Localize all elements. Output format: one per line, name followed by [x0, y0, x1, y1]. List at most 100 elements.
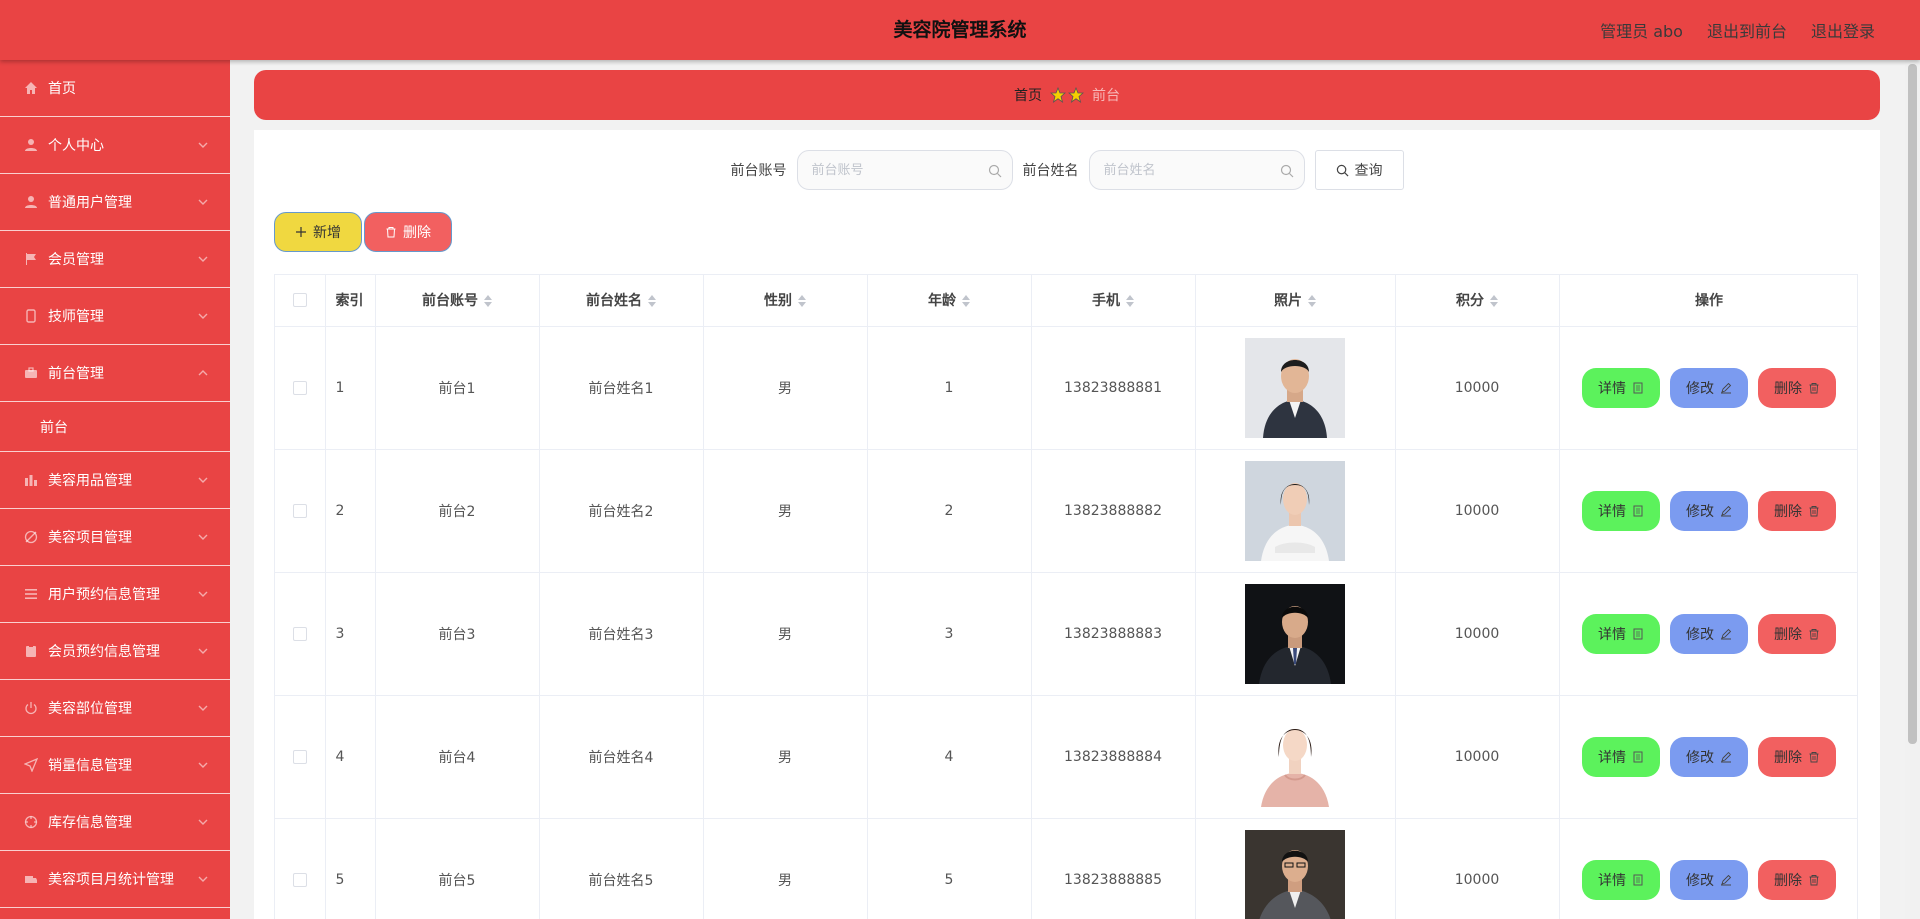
table-row: 4 前台4 前台姓名4 男 4 13823888884 10000 详情 修改 … — [275, 695, 1857, 819]
col-age[interactable]: 年龄 — [867, 275, 1032, 327]
name-search-field[interactable] — [1088, 150, 1305, 190]
sidebar-item-front-desk[interactable]: 前台管理 — [0, 345, 230, 402]
col-phone[interactable]: 手机 — [1031, 275, 1196, 327]
row-checkbox[interactable] — [292, 626, 307, 641]
breadcrumb-home[interactable]: 首页 — [1014, 85, 1042, 105]
scrollbar-thumb[interactable] — [1908, 64, 1917, 744]
account-search-field[interactable] — [796, 150, 1013, 190]
exit-to-front-link[interactable]: 退出到前台 — [1707, 18, 1787, 42]
logout-link[interactable]: 退出登录 — [1811, 18, 1875, 42]
sort-icon[interactable] — [484, 294, 492, 308]
col-account[interactable]: 前台账号 — [375, 275, 540, 327]
profile-photo[interactable] — [1245, 337, 1345, 438]
profile-photo[interactable] — [1245, 706, 1345, 807]
plus-icon — [296, 227, 306, 237]
chevron-down-icon — [198, 701, 208, 711]
row-checkbox[interactable] — [292, 872, 307, 887]
cell-gender: 男 — [703, 326, 868, 450]
sidebar-item-member-bookings[interactable]: 会员预约信息管理 — [0, 623, 230, 680]
action-toolbar: 新增 删除 — [274, 212, 452, 252]
cell-phone: 13823888883 — [1031, 572, 1196, 696]
sidebar-item-home[interactable]: 首页 — [0, 60, 230, 117]
sort-icon[interactable] — [962, 294, 970, 308]
col-name[interactable]: 前台姓名 — [539, 275, 704, 327]
select-all-checkbox[interactable] — [292, 293, 307, 308]
search-icon — [1280, 164, 1293, 178]
cell-index: 3 — [325, 572, 376, 696]
detail-button[interactable]: 详情 — [1582, 490, 1660, 531]
cell-gender: 男 — [703, 449, 868, 573]
detail-button[interactable]: 详情 — [1582, 736, 1660, 777]
delete-label: 删除 — [1774, 626, 1802, 643]
profile-photo[interactable] — [1245, 583, 1345, 684]
chevron-down-icon — [198, 473, 208, 483]
page-scrollbar[interactable] — [1905, 60, 1920, 919]
sort-icon[interactable] — [1126, 294, 1134, 308]
sidebar-item-label: 会员管理 — [48, 252, 104, 268]
cell-age: 3 — [867, 572, 1032, 696]
cell-account: 前台5 — [375, 818, 540, 919]
sort-icon[interactable] — [648, 294, 656, 308]
sidebar-item-members[interactable]: 会员管理 — [0, 231, 230, 288]
detail-button[interactable]: 详情 — [1582, 859, 1660, 900]
sidebar-item-monthly-stats[interactable]: 美容项目月统计管理 — [0, 851, 230, 908]
document-icon — [1633, 382, 1643, 393]
cell-account: 前台4 — [375, 695, 540, 819]
sort-icon[interactable] — [1308, 294, 1316, 308]
edit-button[interactable]: 修改 — [1670, 736, 1748, 777]
cell-points: 10000 — [1395, 326, 1560, 450]
sidebar-item-sales-info[interactable]: 销量信息管理 — [0, 737, 230, 794]
sidebar-item-technicians[interactable]: 技师管理 — [0, 288, 230, 345]
sidebar-item-user-bookings[interactable]: 用户预约信息管理 — [0, 566, 230, 623]
row-checkbox[interactable] — [292, 503, 307, 518]
query-button[interactable]: 查询 — [1314, 150, 1404, 190]
edit-icon — [1721, 628, 1732, 639]
sidebar-item-regular-users[interactable]: 普通用户管理 — [0, 174, 230, 231]
sidebar-subitem-label: 前台 — [40, 419, 68, 436]
sidebar-subitem-front-desk[interactable]: 前台 — [0, 402, 230, 452]
col-points[interactable]: 积分 — [1395, 275, 1560, 327]
cell-operations: 详情 修改 删除 — [1559, 326, 1857, 450]
edit-button[interactable]: 修改 — [1670, 367, 1748, 408]
batch-delete-button[interactable]: 删除 — [364, 212, 452, 252]
cell-account: 前台3 — [375, 572, 540, 696]
detail-button[interactable]: 详情 — [1582, 613, 1660, 654]
chevron-down-icon — [198, 587, 208, 597]
row-checkbox[interactable] — [292, 749, 307, 764]
sidebar-item-inventory-info[interactable]: 库存信息管理 — [0, 794, 230, 851]
header-actions: 管理员 abo 退出到前台 退出登录 — [1600, 0, 1875, 60]
trash-icon — [1809, 382, 1819, 393]
sort-icon[interactable] — [1490, 294, 1498, 308]
delete-button[interactable]: 删除 — [1758, 490, 1836, 531]
delete-button[interactable]: 删除 — [1758, 859, 1836, 900]
account-input[interactable] — [797, 151, 1012, 189]
delete-button[interactable]: 删除 — [1758, 367, 1836, 408]
col-photo[interactable]: 照片 — [1195, 275, 1396, 327]
delete-button[interactable]: 删除 — [1758, 613, 1836, 654]
row-checkbox[interactable] — [292, 380, 307, 395]
sidebar-item-beauty-projects[interactable]: 美容项目管理 — [0, 509, 230, 566]
admin-user-label: 管理员 abo — [1600, 22, 1683, 41]
sidebar-item-label: 美容项目月统计管理 — [48, 872, 174, 888]
sidebar-item-personal-center[interactable]: 个人中心 — [0, 117, 230, 174]
col-gender[interactable]: 性别 — [703, 275, 868, 327]
profile-photo[interactable] — [1245, 460, 1345, 561]
sidebar-item-beauty-parts[interactable]: 美容部位管理 — [0, 680, 230, 737]
edit-label: 修改 — [1686, 749, 1714, 766]
sidebar-item-beauty-supplies[interactable]: 美容用品管理 — [0, 452, 230, 509]
sidebar-item-label: 美容用品管理 — [48, 473, 132, 489]
chevron-up-icon — [198, 366, 208, 376]
chevron-down-icon — [198, 872, 208, 882]
sort-icon[interactable] — [798, 294, 806, 308]
profile-photo[interactable] — [1245, 829, 1345, 919]
add-button[interactable]: 新增 — [274, 212, 362, 252]
main-area: 首页 前台 前台账号 前台姓名 查询 — [230, 60, 1905, 919]
col-gender-label: 性别 — [764, 293, 792, 310]
edit-button[interactable]: 修改 — [1670, 490, 1748, 531]
name-input[interactable] — [1089, 151, 1304, 189]
detail-button[interactable]: 详情 — [1582, 367, 1660, 408]
edit-button[interactable]: 修改 — [1670, 859, 1748, 900]
edit-button[interactable]: 修改 — [1670, 613, 1748, 654]
data-table: 索引 前台账号 前台姓名 性别 年龄 手机 照片 积分 操作 1 前台1 前台姓… — [274, 274, 1858, 919]
delete-button[interactable]: 删除 — [1758, 736, 1836, 777]
